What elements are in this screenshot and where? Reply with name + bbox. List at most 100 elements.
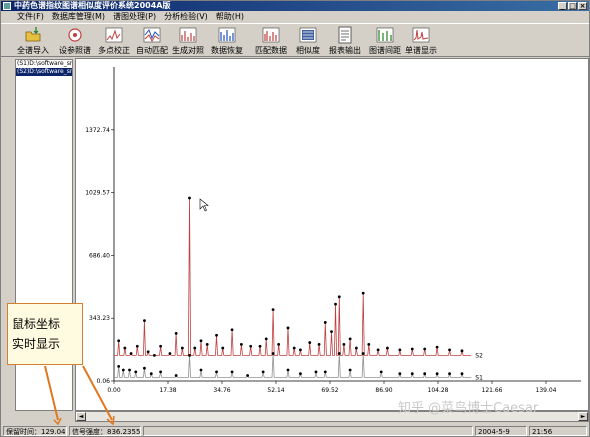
- series-label-s1: S1: [475, 374, 483, 381]
- peak-marker-s1: [199, 368, 203, 372]
- peak-marker-s1: [271, 352, 275, 355]
- menu-file[interactable]: 文件(F): [17, 11, 44, 22]
- retention-time-panel: 保留时间：129.0429: [3, 426, 67, 436]
- peak-marker-s2: [286, 326, 290, 330]
- peak-marker-s1: [246, 374, 250, 377]
- auto-match-icon: [143, 27, 161, 43]
- spectrum-spacing-icon: [376, 27, 394, 43]
- import-icon: [25, 27, 41, 42]
- signal-label: 信号强度：: [72, 428, 107, 436]
- peak-marker-s2: [239, 343, 243, 346]
- status-bar: 保留时间：129.0429 信号强度：836.2355 2004-5-9 21:…: [1, 425, 589, 437]
- x-tick-label: 104.28: [428, 387, 449, 394]
- y-tick-label: 0.06: [97, 378, 111, 385]
- x-tick-label: 0.00: [107, 387, 121, 394]
- peak-marker-s2: [410, 347, 414, 351]
- app-logo-icon: [3, 2, 11, 10]
- peak-marker-s1: [149, 372, 153, 376]
- chromatogram-chart[interactable]: 0.06 343.23 686.40 1029.57 1372.74 0.00 17.38 3…: [76, 59, 588, 410]
- x-tick-label: 34.76: [213, 387, 230, 394]
- series-line-s2: [114, 197, 472, 356]
- peak-marker-s2: [423, 347, 427, 351]
- peak-marker-s2: [188, 196, 191, 200]
- peak-marker-s1: [121, 368, 125, 372]
- tool-set-reference-button[interactable]: 设参照谱: [59, 26, 91, 56]
- peak-marker-s1: [188, 353, 191, 357]
- file-list-item[interactable]: (S1)D:\software_sr: [16, 60, 72, 68]
- peak-marker-s1: [379, 370, 383, 374]
- peak-marker-s2: [323, 321, 327, 324]
- menu-spectrum-processing[interactable]: 谱图处理(P): [113, 11, 156, 22]
- peak-marker-s2: [376, 348, 380, 352]
- peak-marker-s2: [292, 346, 296, 350]
- menu-help[interactable]: 帮助(H): [216, 11, 244, 22]
- peak-marker-s1: [435, 372, 439, 376]
- menu-database[interactable]: 数据库管理(M): [52, 11, 105, 22]
- tool-import-button[interactable]: 全谱导入: [17, 26, 49, 56]
- peak-marker-s2: [337, 295, 341, 299]
- peak-marker-s2: [354, 346, 358, 350]
- tool-similarity-button[interactable]: 相似度: [296, 26, 320, 56]
- chromatogram-panel[interactable]: 0.06 343.23 686.40 1029.57 1372.74 0.00 17.38 3…: [75, 58, 589, 411]
- peak-marker-s1: [299, 372, 302, 376]
- y-tick-label: 343.23: [89, 315, 110, 322]
- x-tick-label: 17.38: [159, 387, 176, 394]
- mouse-coordinate-callout: 鼠标坐标 实时显示: [7, 303, 83, 365]
- x-tick-label: 139.04: [536, 387, 557, 394]
- file-list-item[interactable]: (S2)D:\software_sr: [16, 68, 72, 76]
- peak-marker-s2: [317, 343, 321, 346]
- peak-marker-s1: [398, 372, 402, 376]
- peak-marker-s2: [367, 343, 371, 346]
- signal-value: 836.2355: [107, 428, 141, 436]
- status-time: 21:56: [532, 428, 553, 436]
- peak-marker-s2: [143, 319, 146, 323]
- peak-marker-s2: [398, 348, 402, 352]
- retention-time-label: 保留时间：: [6, 428, 41, 436]
- single-spectrum-icon: [412, 27, 430, 43]
- peak-marker-s2: [159, 344, 163, 348]
- series-line-s1: [114, 353, 472, 378]
- peak-marker-s1: [423, 372, 427, 376]
- peak-marker-s2: [348, 337, 352, 341]
- x-tick-label: 121.66: [482, 387, 503, 394]
- x-tick-label: 69.52: [321, 387, 338, 394]
- tool-auto-match-button[interactable]: 自动匹配: [136, 26, 168, 56]
- tool-match-data-button[interactable]: 匹配数据: [255, 26, 287, 56]
- tool-import-label: 全谱导入: [17, 46, 49, 55]
- peak-marker-s2: [117, 339, 121, 343]
- peak-marker-s1: [261, 370, 265, 374]
- toolbar: 全谱导入 设参照谱 多点校正 自动匹配 生成对照 数据恢复 匹配数据 相似度 报…: [1, 23, 589, 57]
- tool-data-restore-button[interactable]: 数据恢复: [211, 26, 243, 56]
- status-panel-empty: [143, 426, 473, 436]
- peak-marker-s2: [330, 330, 333, 334]
- menu-analysis[interactable]: 分析检验(V): [164, 11, 208, 22]
- peak-marker-s2: [146, 350, 150, 354]
- peak-marker-s2: [129, 352, 133, 355]
- window-title: 中药色谱指纹图谱相似度评价系统2004A版: [14, 1, 171, 10]
- tool-single-spectrum-label: 单谱显示: [405, 46, 437, 55]
- close-button[interactable]: ×: [578, 2, 587, 10]
- peak-marker-s2: [168, 352, 172, 355]
- tool-generate-reference-button[interactable]: 生成对照: [172, 26, 204, 56]
- title-bar[interactable]: 中药色谱指纹图谱相似度评价系统2004A版 _ □ ×: [1, 1, 589, 11]
- series-label-s2: S2: [475, 352, 483, 359]
- tool-spectrum-spacing-button[interactable]: 图谱间距: [369, 26, 401, 56]
- peak-marker-s2: [308, 341, 312, 344]
- tool-data-restore-label: 数据恢复: [211, 46, 243, 55]
- peak-marker-s1: [230, 370, 234, 374]
- similarity-icon: [299, 27, 317, 43]
- maximize-button[interactable]: □: [568, 2, 577, 10]
- scroll-left-button[interactable]: ◄: [76, 412, 86, 421]
- tool-multipoint-button[interactable]: 多点校正: [98, 26, 130, 56]
- peak-marker-s2: [199, 339, 203, 343]
- peak-marker-s2: [342, 343, 346, 346]
- peak-marker-s2: [334, 302, 337, 306]
- app-window: 中药色谱指纹图谱相似度评价系统2004A版 _ □ × 文件(F) 数据库管理(…: [0, 0, 590, 437]
- report-output-icon: [338, 26, 352, 44]
- peak-marker-s1: [361, 352, 365, 355]
- peak-marker-s1: [286, 368, 290, 372]
- tool-single-spectrum-button[interactable]: 单谱显示: [405, 26, 437, 56]
- minimize-button[interactable]: _: [558, 2, 567, 10]
- tool-report-output-button[interactable]: 报表输出: [329, 26, 361, 56]
- scroll-right-button[interactable]: ►: [578, 412, 588, 421]
